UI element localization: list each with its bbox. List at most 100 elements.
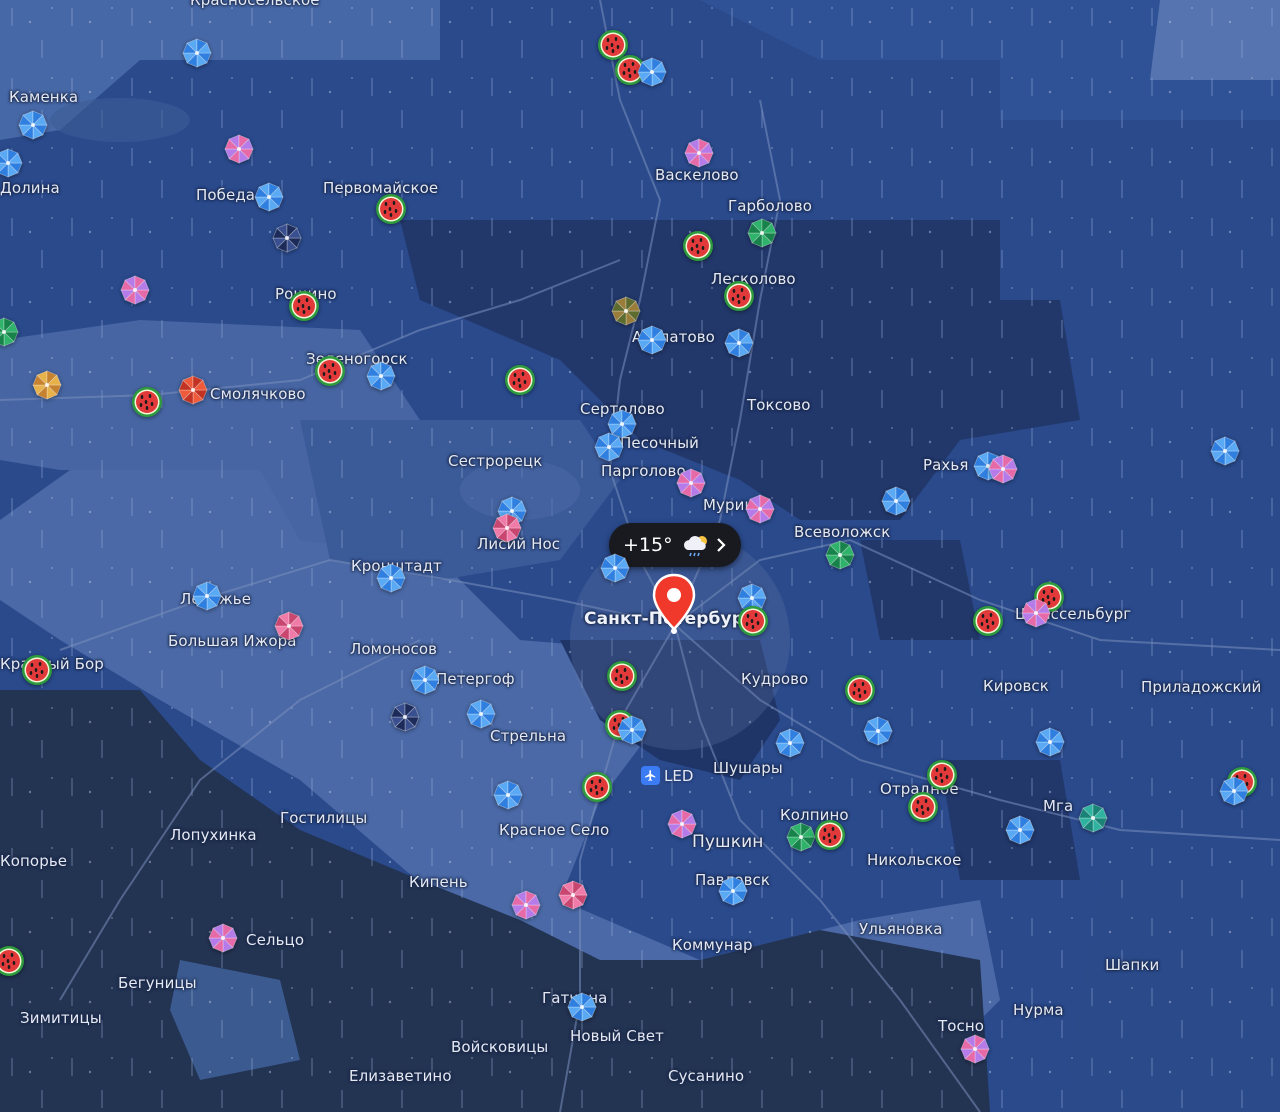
umbrella-blue-icon[interactable] — [879, 484, 913, 518]
umbrella-blue-icon[interactable] — [598, 551, 632, 585]
umbrella-purple-icon[interactable] — [986, 452, 1020, 486]
place-label: Сусанино — [668, 1067, 745, 1085]
place-label: Красное Село — [499, 821, 610, 839]
umbrella-blue-icon[interactable] — [464, 697, 498, 731]
place-label: Победа — [196, 186, 256, 204]
watermelon-icon[interactable] — [313, 354, 347, 388]
umbrella-blue-icon[interactable] — [565, 990, 599, 1024]
place-label: Шапки — [1105, 956, 1160, 974]
place-label: Гарболово — [728, 197, 812, 215]
umbrella-purple-icon[interactable] — [743, 492, 777, 526]
place-label: Новый Свет — [570, 1027, 664, 1045]
umbrella-orange-icon[interactable] — [30, 368, 64, 402]
umbrella-purple-icon[interactable] — [1019, 596, 1053, 630]
umbrella-purple-icon[interactable] — [682, 136, 716, 170]
place-label: Каменка — [9, 88, 79, 106]
place-label: Рахья — [923, 456, 969, 474]
location-pin-icon[interactable] — [651, 573, 697, 635]
umbrella-purple-icon[interactable] — [958, 1032, 992, 1066]
umbrella-blue-icon[interactable] — [635, 55, 669, 89]
umbrella-blue-icon[interactable] — [1217, 774, 1251, 808]
place-label: Копорье — [0, 852, 68, 870]
place-label: Петергоф — [436, 670, 515, 688]
chevron-right-icon — [717, 538, 726, 552]
umbrella-purple-icon[interactable] — [222, 132, 256, 166]
place-label: Сестрорецк — [448, 452, 543, 470]
umbrella-blue-icon[interactable] — [716, 874, 750, 908]
place-label: Нурма — [1013, 1001, 1064, 1019]
airport-code: LED — [664, 766, 694, 785]
umbrella-blue-icon[interactable] — [180, 36, 214, 70]
umbrella-teal-icon[interactable] — [1076, 801, 1110, 835]
watermelon-icon[interactable] — [130, 385, 164, 419]
place-label: Лопухинка — [170, 826, 257, 844]
place-label: Смолячково — [210, 385, 306, 403]
umbrella-blue-icon[interactable] — [1033, 725, 1067, 759]
place-label: Красносельское — [190, 0, 320, 9]
umbrella-purple-icon[interactable] — [206, 921, 240, 955]
umbrella-purple-icon[interactable] — [509, 888, 543, 922]
umbrella-dark-icon[interactable] — [388, 700, 422, 734]
umbrella-blue-icon[interactable] — [1208, 434, 1242, 468]
place-label: Мга — [1043, 797, 1074, 815]
umbrella-blue-icon[interactable] — [491, 778, 525, 812]
watermelon-icon[interactable] — [287, 289, 321, 323]
umbrella-blue-icon[interactable] — [364, 359, 398, 393]
place-label: Пушкин — [692, 832, 764, 852]
umbrella-blue-icon[interactable] — [1003, 813, 1037, 847]
place-label: Токсово — [747, 396, 811, 414]
watermelon-icon[interactable] — [906, 790, 940, 824]
airport-marker[interactable]: LED — [641, 766, 693, 785]
place-label: Бегуницы — [118, 974, 197, 992]
umbrella-blue-icon[interactable] — [615, 713, 649, 747]
watermelon-icon[interactable] — [736, 604, 770, 638]
umbrella-blue-icon[interactable] — [592, 430, 626, 464]
cloud-sun-rain-icon — [683, 536, 707, 557]
umbrella-blue-icon[interactable] — [722, 326, 756, 360]
airplane-icon — [641, 766, 660, 785]
umbrella-blue-icon[interactable] — [408, 663, 442, 697]
weather-map[interactable]: Красносельское Каменка Долина Победа Пер… — [0, 0, 1280, 1112]
umbrella-pink-icon[interactable] — [556, 878, 590, 912]
umbrella-blue-icon[interactable] — [861, 714, 895, 748]
umbrella-blue-icon[interactable] — [773, 726, 807, 760]
watermelon-icon[interactable] — [605, 659, 639, 693]
umbrella-red-icon[interactable] — [176, 373, 210, 407]
watermelon-icon[interactable] — [0, 944, 26, 978]
watermelon-icon[interactable] — [374, 192, 408, 226]
place-label: Кудрово — [741, 670, 809, 688]
umbrella-purple-icon[interactable] — [665, 807, 699, 841]
umbrella-green-icon[interactable] — [0, 315, 21, 349]
watermelon-icon[interactable] — [925, 758, 959, 792]
place-label: Шушары — [713, 759, 783, 777]
place-label: Зимитицы — [20, 1009, 102, 1027]
umbrella-blue-icon[interactable] — [635, 323, 669, 357]
umbrella-blue-icon[interactable] — [190, 579, 224, 613]
watermelon-icon[interactable] — [971, 604, 1005, 638]
umbrella-pink-icon[interactable] — [490, 511, 524, 545]
watermelon-icon[interactable] — [843, 673, 877, 707]
watermelon-icon[interactable] — [503, 363, 537, 397]
place-label: Кипень — [409, 873, 468, 891]
umbrella-green-icon[interactable] — [745, 216, 779, 250]
umbrella-pink-icon[interactable] — [272, 609, 306, 643]
umbrella-green-icon[interactable] — [823, 538, 857, 572]
umbrella-purple-icon[interactable] — [118, 273, 152, 307]
place-label: Ломоносов — [350, 640, 438, 658]
watermelon-icon[interactable] — [681, 229, 715, 263]
umbrella-dark-icon[interactable] — [270, 221, 304, 255]
place-label: Елизаветино — [349, 1067, 452, 1085]
watermelon-icon[interactable] — [20, 653, 54, 687]
umbrella-blue-icon[interactable] — [16, 108, 50, 142]
place-label: Коммунар — [672, 936, 753, 954]
place-label: Гостилицы — [280, 809, 368, 827]
place-label: Ульяновка — [859, 920, 943, 938]
watermelon-icon[interactable] — [580, 770, 614, 804]
umbrella-purple-icon[interactable] — [674, 466, 708, 500]
umbrella-blue-icon[interactable] — [0, 146, 25, 180]
watermelon-icon[interactable] — [722, 279, 756, 313]
umbrella-blue-icon[interactable] — [252, 180, 286, 214]
watermelon-icon[interactable] — [813, 818, 847, 852]
place-label: Стрельна — [490, 727, 567, 745]
umbrella-blue-icon[interactable] — [374, 561, 408, 595]
